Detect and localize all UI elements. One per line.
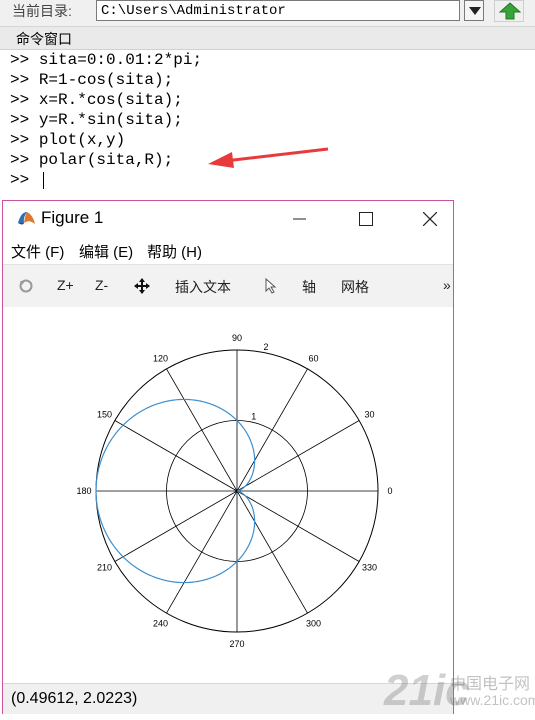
- polar-plot[interactable]: 120306090120150180210240270300330: [3, 307, 453, 682]
- figure-toolbar: Z+ Z- 插入文本 轴 网格 »: [3, 264, 453, 308]
- maximize-button[interactable]: [343, 201, 389, 235]
- menu-help[interactable]: 帮助 (H): [147, 241, 202, 262]
- watermark-url: www.21ic.com: [450, 692, 535, 708]
- figure-window: Figure 1 文件 (F) 编辑 (E) 帮助 (H) Z+ Z- 插入文本: [2, 200, 454, 714]
- red-arrow-annotation: [208, 147, 329, 168]
- menu-file[interactable]: 文件 (F): [11, 241, 64, 262]
- close-button[interactable]: [407, 201, 453, 235]
- watermark-text: 中国电子网: [450, 676, 531, 693]
- angle-tick-label: 120: [153, 353, 168, 363]
- angle-tick-label: 330: [362, 563, 377, 573]
- angle-tick-label: 240: [153, 619, 168, 629]
- pan-icon[interactable]: [134, 278, 150, 294]
- zoom-out-button[interactable]: Z-: [95, 277, 108, 293]
- angle-tick-label: 90: [232, 333, 242, 343]
- cursor-select-icon[interactable]: [265, 278, 277, 294]
- figure-titlebar: Figure 1: [3, 201, 453, 235]
- site-watermark: 21ic 中国电子网 www.21ic.com: [384, 666, 535, 718]
- angle-tick-label: 180: [76, 486, 91, 496]
- minimize-button[interactable]: [277, 201, 323, 235]
- radial-tick-label: 2: [263, 342, 268, 352]
- close-icon: [423, 212, 437, 226]
- menu-edit[interactable]: 编辑 (E): [79, 241, 133, 262]
- rotate-icon[interactable]: [18, 278, 34, 294]
- figure-menubar: 文件 (F) 编辑 (E) 帮助 (H): [3, 239, 453, 263]
- angle-tick-label: 0: [387, 486, 392, 496]
- angle-tick-label: 210: [97, 563, 112, 573]
- toolbar-overflow-button[interactable]: »: [443, 277, 451, 293]
- angle-tick-label: 300: [306, 619, 321, 629]
- minimize-icon: [293, 218, 306, 220]
- matlab-logo-icon: [18, 212, 35, 225]
- angle-tick-label: 30: [364, 410, 374, 420]
- figure-title: Figure 1: [41, 208, 104, 227]
- angle-tick-label: 270: [229, 639, 244, 649]
- zoom-in-button[interactable]: Z+: [57, 277, 74, 293]
- maximize-icon: [359, 212, 373, 226]
- grid-button[interactable]: 网格: [341, 277, 369, 297]
- plot-area[interactable]: 1 2 0 30 60 90 120 150 180 210 240 270 300 330: [3, 307, 453, 682]
- radial-tick-label: 1: [251, 412, 256, 422]
- axis-button[interactable]: 轴: [302, 277, 316, 297]
- cursor-coordinates: (0.49612, 2.0223): [11, 690, 138, 707]
- angle-tick-label: 60: [308, 353, 318, 363]
- insert-text-button[interactable]: 插入文本: [175, 277, 231, 297]
- angle-tick-label: 150: [97, 410, 112, 420]
